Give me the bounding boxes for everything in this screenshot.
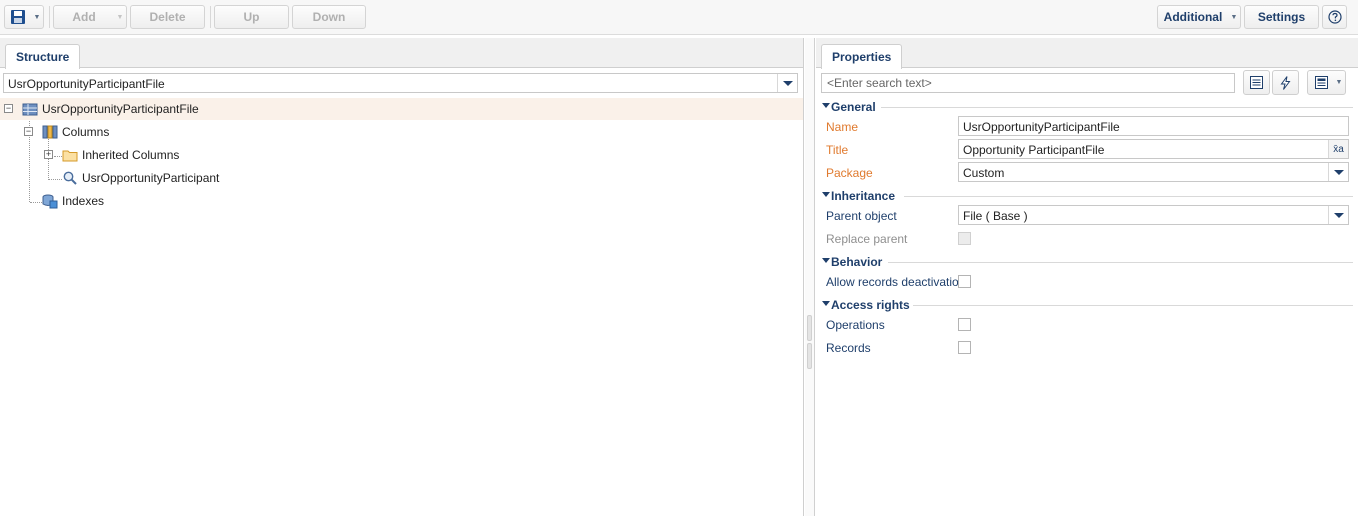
structure-panel: Structure UsrOpportunityParticipantFile … [0, 38, 804, 516]
package-label: Package [826, 166, 873, 180]
structure-tab-strip: Structure [0, 38, 803, 69]
group-behavior[interactable]: Behavior [821, 254, 1353, 270]
lookup-icon [63, 171, 77, 185]
toolbar-separator [210, 6, 211, 28]
allow-deactivation-label: Allow records deactivation [826, 275, 966, 289]
add-button-label: Add [72, 10, 96, 24]
collapse-icon[interactable]: − [4, 104, 13, 113]
folder-icon [62, 150, 78, 162]
events-button[interactable] [1272, 70, 1299, 95]
group-divider [904, 196, 1353, 197]
tree-node-columns[interactable]: − Columns [0, 121, 803, 143]
parent-object-label: Parent object [826, 209, 897, 223]
lightning-icon [1280, 75, 1291, 90]
operations-checkbox[interactable] [958, 318, 971, 331]
object-selector-value: UsrOpportunityParticipantFile [8, 77, 165, 91]
allow-deactivation-checkbox[interactable] [958, 275, 971, 288]
search-input[interactable] [822, 74, 1234, 92]
delete-button[interactable]: Delete [130, 5, 205, 29]
list-view-button[interactable] [1243, 70, 1270, 95]
group-divider [913, 305, 1353, 306]
properties-tab-strip: Properties [816, 38, 1358, 69]
group-divider [881, 107, 1353, 108]
tree-node-indexes[interactable]: Indexes [0, 190, 803, 212]
tree-node-label: UsrOpportunityParticipant [82, 171, 220, 185]
group-title: Access rights [831, 298, 910, 312]
records-checkbox[interactable] [958, 341, 971, 354]
group-general[interactable]: General [821, 99, 1353, 115]
panel-splitter[interactable] [805, 38, 815, 516]
main-toolbar: ▼ Add ▼ Delete Up Down Additional ▼ Sett… [0, 0, 1358, 35]
collapse-icon [822, 301, 830, 306]
additional-button[interactable]: Additional ▼ [1157, 5, 1241, 29]
name-field[interactable]: UsrOpportunityParticipantFile [958, 116, 1349, 136]
chevron-down-icon[interactable] [1328, 206, 1348, 224]
tree-node-label: Columns [62, 125, 110, 139]
list-icon [1250, 76, 1263, 89]
translate-icon[interactable]: x̄a [1328, 140, 1348, 158]
add-menu-arrow[interactable]: ▼ [114, 6, 126, 28]
group-access-rights[interactable]: Access rights [821, 297, 1353, 313]
save-button[interactable]: ▼ [4, 5, 44, 29]
group-title: General [831, 100, 876, 114]
help-button[interactable] [1322, 5, 1347, 29]
view-options-button[interactable]: ▼ [1307, 70, 1346, 95]
add-button[interactable]: Add ▼ [53, 5, 127, 29]
collapse-icon [822, 258, 830, 263]
additional-menu-arrow[interactable]: ▼ [1228, 6, 1240, 28]
down-button[interactable]: Down [292, 5, 366, 29]
save-icon [11, 10, 25, 24]
additional-button-label: Additional [1163, 10, 1223, 24]
title-value: Opportunity ParticipantFile [963, 143, 1105, 157]
tree-node-lookup-column[interactable]: UsrOpportunityParticipant [0, 167, 803, 189]
group-inheritance[interactable]: Inheritance [821, 188, 1353, 204]
operations-label: Operations [826, 318, 885, 332]
splitter-handle[interactable] [807, 315, 812, 341]
properties-panel: Properties ▼ General Name UsrOpportun [816, 38, 1358, 516]
parent-object-field[interactable]: File ( Base ) [958, 205, 1349, 225]
collapse-icon[interactable]: − [24, 127, 33, 136]
object-selector[interactable]: UsrOpportunityParticipantFile [3, 73, 798, 93]
splitter-handle[interactable] [807, 343, 812, 369]
parent-object-value: File ( Base ) [963, 209, 1028, 223]
group-divider [888, 262, 1353, 263]
tree-node-label: Inherited Columns [82, 148, 180, 162]
collapse-icon [822, 192, 830, 197]
package-value: Custom [963, 166, 1005, 180]
options-icon [1315, 76, 1328, 89]
replace-parent-checkbox[interactable] [958, 232, 971, 245]
settings-button[interactable]: Settings [1244, 5, 1319, 29]
name-label: Name [826, 120, 859, 134]
tree-node-root[interactable]: − UsrOpportunityParticipantFile [0, 98, 803, 120]
tree-node-label: UsrOpportunityParticipantFile [42, 102, 199, 116]
tree-node-inherited-columns[interactable]: + Inherited Columns [0, 144, 803, 166]
chevron-down-icon[interactable] [777, 74, 797, 92]
records-label: Records [826, 341, 871, 355]
help-icon [1327, 10, 1342, 24]
toolbar-separator [49, 6, 50, 28]
package-field[interactable]: Custom [958, 162, 1349, 182]
object-icon [22, 103, 38, 116]
search-field[interactable] [821, 73, 1235, 93]
indexes-icon [42, 194, 58, 209]
tab-structure[interactable]: Structure [5, 44, 81, 69]
view-options-arrow[interactable]: ▼ [1333, 71, 1345, 93]
title-field[interactable]: Opportunity ParticipantFile x̄a [958, 139, 1349, 159]
title-label: Title [826, 143, 849, 157]
save-menu-arrow[interactable]: ▼ [31, 6, 43, 28]
tab-properties[interactable]: Properties [821, 44, 903, 69]
chevron-down-icon[interactable] [1328, 163, 1348, 181]
replace-parent-label: Replace parent [826, 232, 908, 246]
up-button[interactable]: Up [214, 5, 289, 29]
expand-icon[interactable]: + [44, 150, 53, 159]
group-title: Inheritance [831, 189, 896, 203]
group-title: Behavior [831, 255, 883, 269]
columns-icon [42, 125, 58, 139]
tree-node-label: Indexes [62, 194, 105, 208]
name-value: UsrOpportunityParticipantFile [963, 120, 1120, 134]
collapse-icon [822, 103, 830, 108]
